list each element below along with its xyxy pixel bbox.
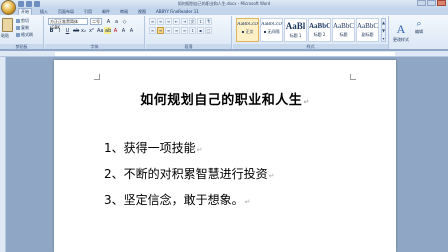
change-styles-icon: A [396, 22, 406, 36]
sort-icon[interactable]: ↕ [197, 18, 204, 25]
list-item[interactable]: 2、不断的对积累智慧进行投资↵ [104, 165, 275, 182]
paste-icon[interactable] [2, 18, 13, 32]
clipboard-group: 粘贴 剪切 复制 格式刷 剪贴板 [0, 16, 44, 49]
margin-corner-mark [94, 74, 100, 80]
brush-icon [16, 33, 20, 37]
style-normal[interactable]: AaBbCcDd ▪ 正文 [236, 18, 259, 42]
line-spacing-icon[interactable]: ↕ [189, 27, 196, 34]
distributed-icon[interactable]: ≡ [181, 27, 188, 34]
increase-indent-icon[interactable]: ⇥ [181, 18, 188, 25]
tab-insert[interactable]: 插入 [38, 8, 50, 15]
paragraph-group-label: 段落 [146, 44, 231, 49]
binoculars-icon: ⌕ [416, 19, 422, 29]
window-controls [417, 0, 446, 6]
change-styles-button[interactable]: A 更改样式 [392, 18, 410, 43]
vertical-ruler[interactable] [0, 57, 6, 252]
bullets-icon[interactable]: ≡ [149, 18, 156, 25]
scissors-icon [16, 19, 20, 23]
tab-mailings[interactable]: 邮件 [100, 8, 112, 15]
shading-icon[interactable]: ▪ [197, 27, 204, 34]
tab-home[interactable]: 开始 [18, 8, 32, 15]
align-center-icon[interactable]: ≡ [157, 27, 164, 34]
style-no-spacing[interactable]: AaBbCcDd ▪ 无间隔 [260, 18, 283, 42]
cut-button[interactable]: 剪切 [16, 18, 29, 24]
align-left-icon[interactable]: ≡ [149, 27, 156, 34]
multilevel-list-icon[interactable]: ≡ [165, 18, 172, 25]
editing-group: A 更改样式 ⌕ 编辑 [390, 16, 448, 49]
margin-corner-mark [350, 74, 356, 80]
bold-icon[interactable]: B [48, 27, 55, 34]
style-heading-2[interactable]: AaBbC 标题 2 [308, 18, 331, 42]
font-group-label: 字体 [45, 44, 144, 49]
maximize-button[interactable] [427, 0, 436, 6]
tab-page-layout[interactable]: 页面布局 [56, 8, 76, 15]
superscript-icon[interactable]: x² [88, 27, 95, 34]
strikethrough-icon[interactable]: ab [72, 27, 79, 34]
font-name-select[interactable]: 方正正准黑简体 (GBK [48, 18, 88, 30]
style-heading-1[interactable]: AaBl 标题 1 [284, 18, 307, 42]
grow-font-icon[interactable]: A [105, 18, 112, 25]
decrease-indent-icon[interactable]: ⇤ [173, 18, 180, 25]
document-page[interactable]: 如何规划自己的职业和人生↵ 1、获得一项技能↵ 2、不断的对积累智慧进行投资↵ … [54, 60, 396, 252]
paste-label[interactable]: 粘贴 [1, 33, 9, 39]
justify-icon[interactable]: ≡ [173, 27, 180, 34]
styles-group-label: 样式 [233, 44, 388, 49]
editing-button[interactable]: ⌕ 编辑 [412, 19, 426, 35]
tab-view[interactable]: 视图 [136, 8, 148, 15]
styles-group: AaBbCcDd ▪ 正文 AaBbCcDd ▪ 无间隔 AaBl 标题 1 A… [233, 16, 389, 49]
styles-scroll[interactable]: ▲ ▼ ▾ [381, 18, 386, 42]
font-color-icon[interactable]: A [112, 27, 119, 34]
format-painter-button[interactable]: 格式刷 [16, 32, 33, 38]
close-button[interactable] [437, 0, 446, 6]
ribbon: 粘贴 剪切 复制 格式刷 剪贴板 方正正准黑简体 (GBK 二号 A a ◇ B… [0, 15, 448, 50]
list-item[interactable]: 1、获得一项技能↵ [104, 139, 203, 156]
office-button[interactable] [1, 0, 16, 15]
change-case-icon[interactable]: Aa [96, 27, 103, 34]
underline-icon[interactable]: U [64, 27, 71, 34]
subscript-icon[interactable]: x₂ [80, 27, 87, 34]
style-subtitle[interactable]: AaBbC 副标题 [356, 18, 379, 42]
font-size-select[interactable]: 二号 [90, 18, 102, 25]
tab-abbyy[interactable]: ABBYY FineReader 11 [154, 8, 201, 15]
italic-icon[interactable]: I [56, 27, 63, 34]
document-title[interactable]: 如何规划自己的职业和人生↵ [54, 89, 396, 108]
clear-format-icon[interactable]: ◇ [121, 18, 128, 25]
horizontal-ruler[interactable] [0, 51, 448, 57]
highlight-icon[interactable]: ab [104, 27, 111, 34]
copy-icon [16, 26, 20, 30]
ribbon-tabs: 开始 插入 页面布局 引用 邮件 审阅 视图 ABBYY FineReader … [0, 8, 448, 15]
style-title[interactable]: AaBbC 标题 [332, 18, 355, 42]
char-shading-icon[interactable]: A [120, 27, 127, 34]
align-right-icon[interactable]: ≡ [165, 27, 172, 34]
shrink-font-icon[interactable]: a [113, 18, 120, 25]
window-title: 如何规划自己的职业和人生.docx - Microsoft Word [177, 1, 271, 6]
font-group: 方正正准黑简体 (GBK 二号 A a ◇ B I U ab x₂ x² Aa … [45, 16, 145, 49]
tab-review[interactable]: 审阅 [118, 8, 130, 15]
numbering-icon[interactable]: ≡ [157, 18, 164, 25]
show-marks-icon[interactable]: ¶ [205, 18, 212, 25]
chinese-layout-icon[interactable]: 文 [189, 18, 196, 25]
paragraph-group: ≡ ≡ ≡ ⇤ ⇥ 文 ↕ ¶ ≡ ≡ ≡ ≡ ≡ ↕ ▪ □ 段落 [146, 16, 232, 49]
minimize-button[interactable] [417, 0, 426, 6]
tab-references[interactable]: 引用 [82, 8, 94, 15]
copy-button[interactable]: 复制 [16, 25, 29, 31]
clipboard-group-label: 剪贴板 [0, 44, 43, 49]
title-bar: 如何规划自己的职业和人生.docx - Microsoft Word [0, 0, 448, 8]
list-item[interactable]: 3、坚定信念，敢于想象。↵ [104, 191, 251, 208]
borders-icon[interactable]: □ [205, 27, 212, 34]
char-border-icon[interactable]: A [128, 27, 135, 34]
